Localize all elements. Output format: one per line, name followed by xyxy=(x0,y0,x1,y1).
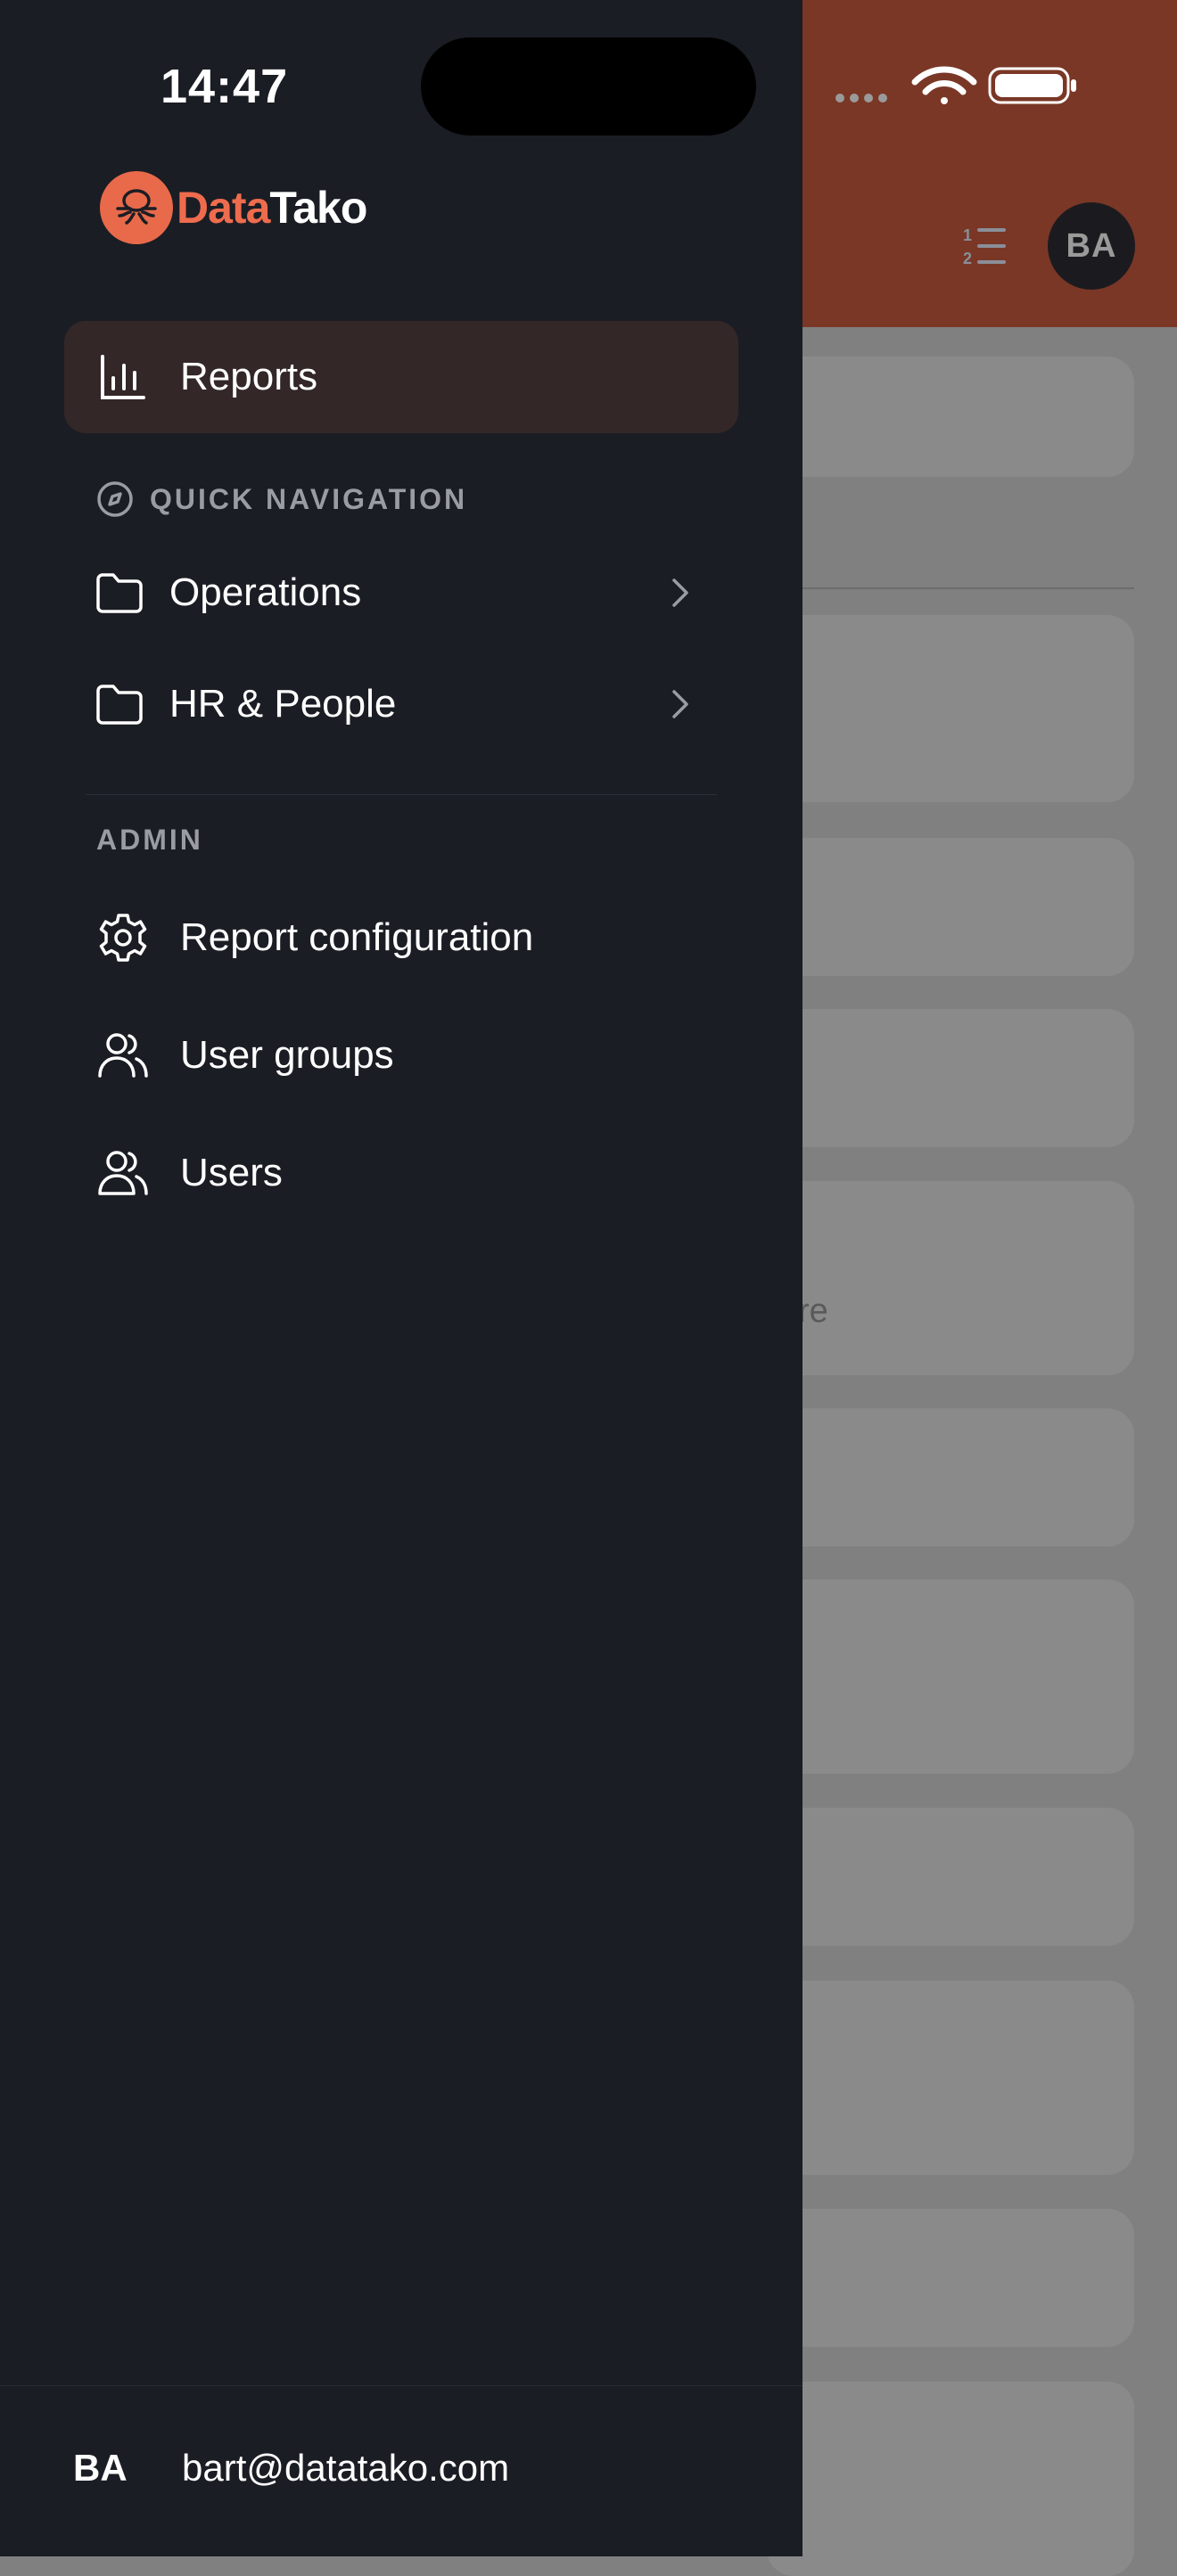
footer-divider xyxy=(0,2385,802,2386)
brand-name-part: Data xyxy=(177,183,270,233)
content-partial-text: re xyxy=(798,1292,828,1330)
status-icons xyxy=(835,66,1076,104)
folder-icon xyxy=(93,566,146,619)
header-avatar[interactable]: BA xyxy=(1048,202,1135,290)
content-card xyxy=(767,2382,1134,2576)
nav-item-report-configuration[interactable]: Report configuration xyxy=(64,902,738,973)
svg-text:2: 2 xyxy=(963,250,972,267)
nav-item-reports[interactable]: Reports xyxy=(64,321,738,433)
compass-icon xyxy=(97,481,133,517)
navigation-drawer: DataTako Reports QUICK NAVIGATION Operat… xyxy=(0,0,802,2556)
chevron-right-icon xyxy=(672,578,688,607)
numbered-list-icon[interactable]: 1 2 xyxy=(961,223,1008,269)
nav-item-user-groups[interactable]: User groups xyxy=(64,1020,738,1091)
nav-item-label: HR & People xyxy=(169,682,397,726)
nav-folder-operations[interactable]: Operations xyxy=(64,557,738,628)
content-divider xyxy=(767,587,1134,589)
battery-icon xyxy=(988,67,1076,104)
section-divider xyxy=(86,794,717,795)
nav-item-label: Users xyxy=(180,1151,283,1194)
brand-name-part: Tako xyxy=(269,183,367,233)
content-card xyxy=(767,357,1134,477)
section-title: QUICK NAVIGATION xyxy=(150,482,468,515)
admin-heading: ADMIN xyxy=(96,824,203,856)
wifi-icon xyxy=(911,66,977,104)
status-time: 14:47 xyxy=(160,60,289,113)
content-card xyxy=(767,1981,1134,2175)
nav-item-label: User groups xyxy=(180,1033,394,1077)
user-group-icon xyxy=(96,1029,150,1082)
content-card xyxy=(767,838,1134,976)
nav-item-label: Operations xyxy=(169,570,362,614)
svg-text:1: 1 xyxy=(963,226,972,244)
content-card xyxy=(767,1808,1134,1946)
datatako-logo: DataTako xyxy=(100,171,367,244)
nav-item-users[interactable]: Users xyxy=(64,1137,738,1209)
quick-navigation-heading: QUICK NAVIGATION xyxy=(96,480,467,518)
folder-icon xyxy=(93,677,146,731)
cellular-signal-icon xyxy=(835,94,887,103)
nav-folder-hr-people[interactable]: HR & People xyxy=(64,669,738,740)
bar-chart-icon xyxy=(96,350,150,404)
content-card xyxy=(767,1181,1134,1375)
octopus-logo-icon xyxy=(100,171,173,244)
nav-item-label: Reports xyxy=(180,355,318,398)
nav-item-label: Report configuration xyxy=(180,915,534,959)
content-card xyxy=(767,1009,1134,1147)
content-card xyxy=(767,1408,1134,1546)
content-card xyxy=(767,2209,1134,2347)
content-card xyxy=(767,1579,1134,1774)
user-email[interactable]: bart@datatako.com xyxy=(182,2447,509,2490)
dynamic-island xyxy=(421,37,756,135)
content-card xyxy=(767,615,1134,802)
chevron-right-icon xyxy=(672,690,688,718)
gear-icon xyxy=(96,911,150,964)
users-icon xyxy=(96,1146,150,1200)
user-initials: BA xyxy=(73,2447,128,2489)
